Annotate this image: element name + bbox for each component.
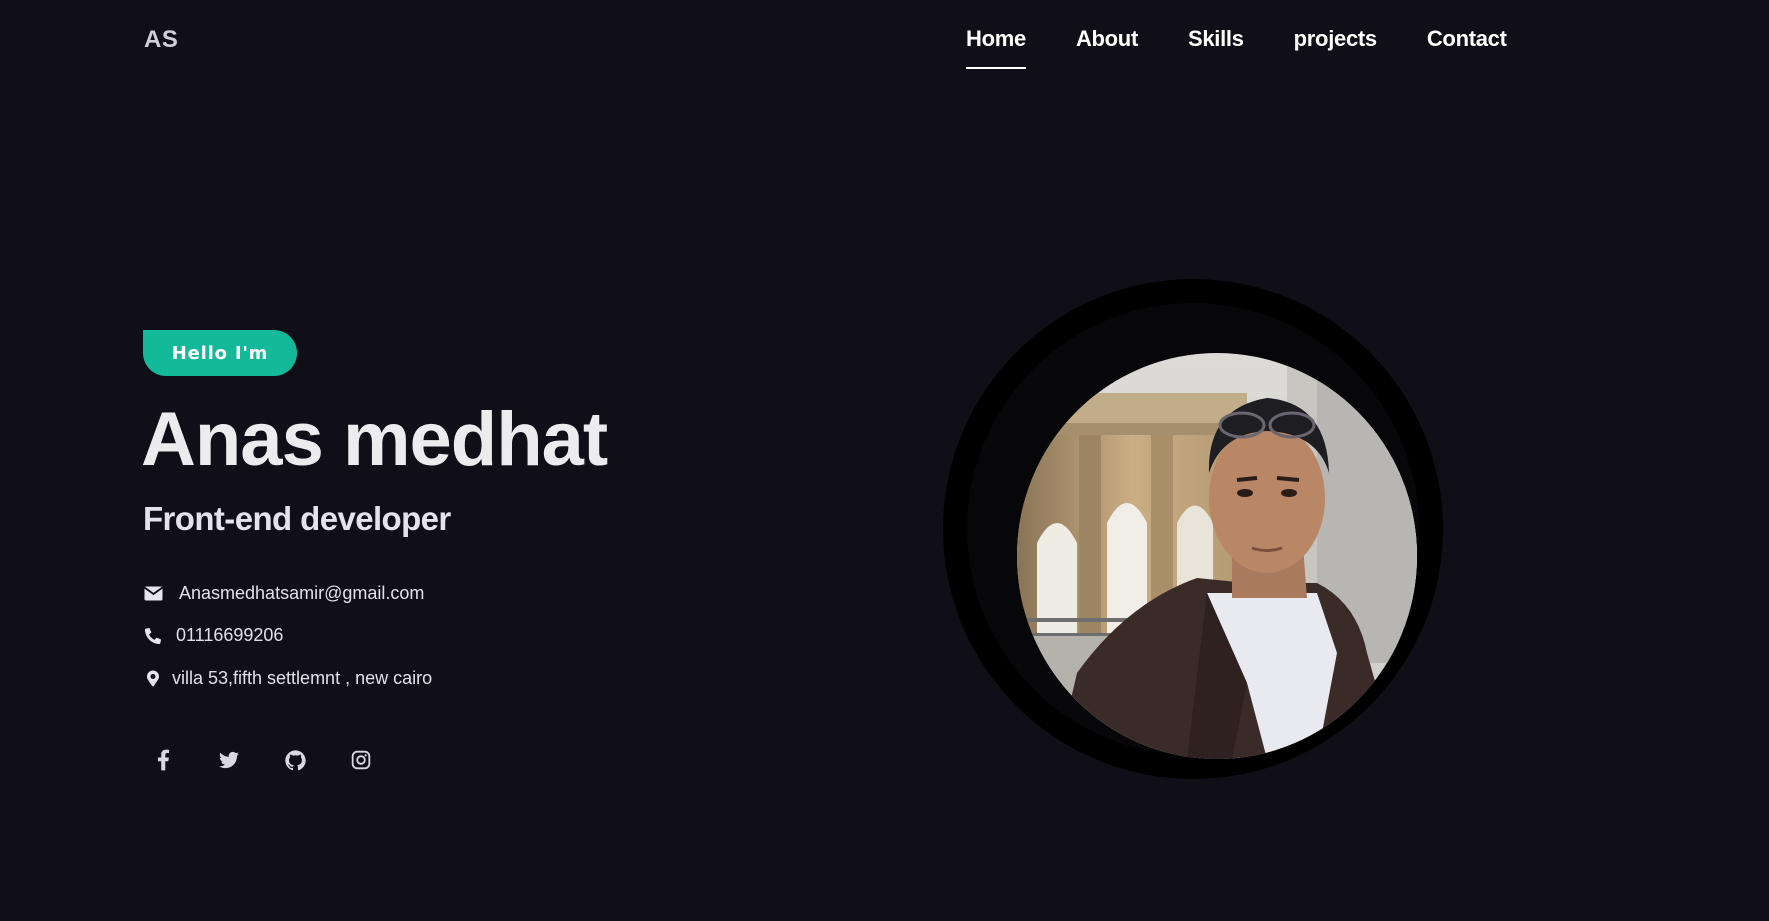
social-links (145, 742, 379, 778)
main-nav: Home About Skills projects Contact (966, 26, 1507, 69)
contact-phone-text: 01116699206 (176, 625, 284, 645)
contact-email-text: Anasmedhatsamir@gmail.com (179, 583, 425, 603)
hello-badge: Hello I'm (143, 330, 297, 376)
contact-phone[interactable]: 01116699206 (143, 625, 283, 646)
site-logo[interactable]: AS (144, 26, 178, 54)
nav-about[interactable]: About (1076, 26, 1138, 52)
hero-role: Front-end developer (143, 500, 451, 537)
phone-icon (143, 626, 163, 646)
nav-skills[interactable]: Skills (1188, 26, 1244, 52)
nav-home[interactable]: Home (966, 26, 1026, 69)
instagram-icon[interactable] (343, 742, 379, 778)
nav-contact[interactable]: Contact (1427, 26, 1507, 52)
facebook-icon[interactable] (145, 742, 181, 778)
hero-name: Anas medhat (141, 397, 608, 482)
envelope-icon (143, 584, 163, 604)
contact-address-text: villa 53,fifth settlemnt , new cairo (172, 668, 433, 688)
map-pin-icon (143, 669, 163, 689)
contact-address[interactable]: villa 53,fifth settlemnt , new cairo (143, 668, 432, 689)
avatar-frame (943, 279, 1443, 779)
contact-email[interactable]: Anasmedhatsamir@gmail.com (143, 583, 424, 604)
avatar (1017, 353, 1417, 759)
avatar-frame-inner (967, 303, 1419, 759)
github-icon[interactable] (277, 742, 313, 778)
twitter-icon[interactable] (211, 742, 247, 778)
nav-projects[interactable]: projects (1294, 26, 1377, 52)
